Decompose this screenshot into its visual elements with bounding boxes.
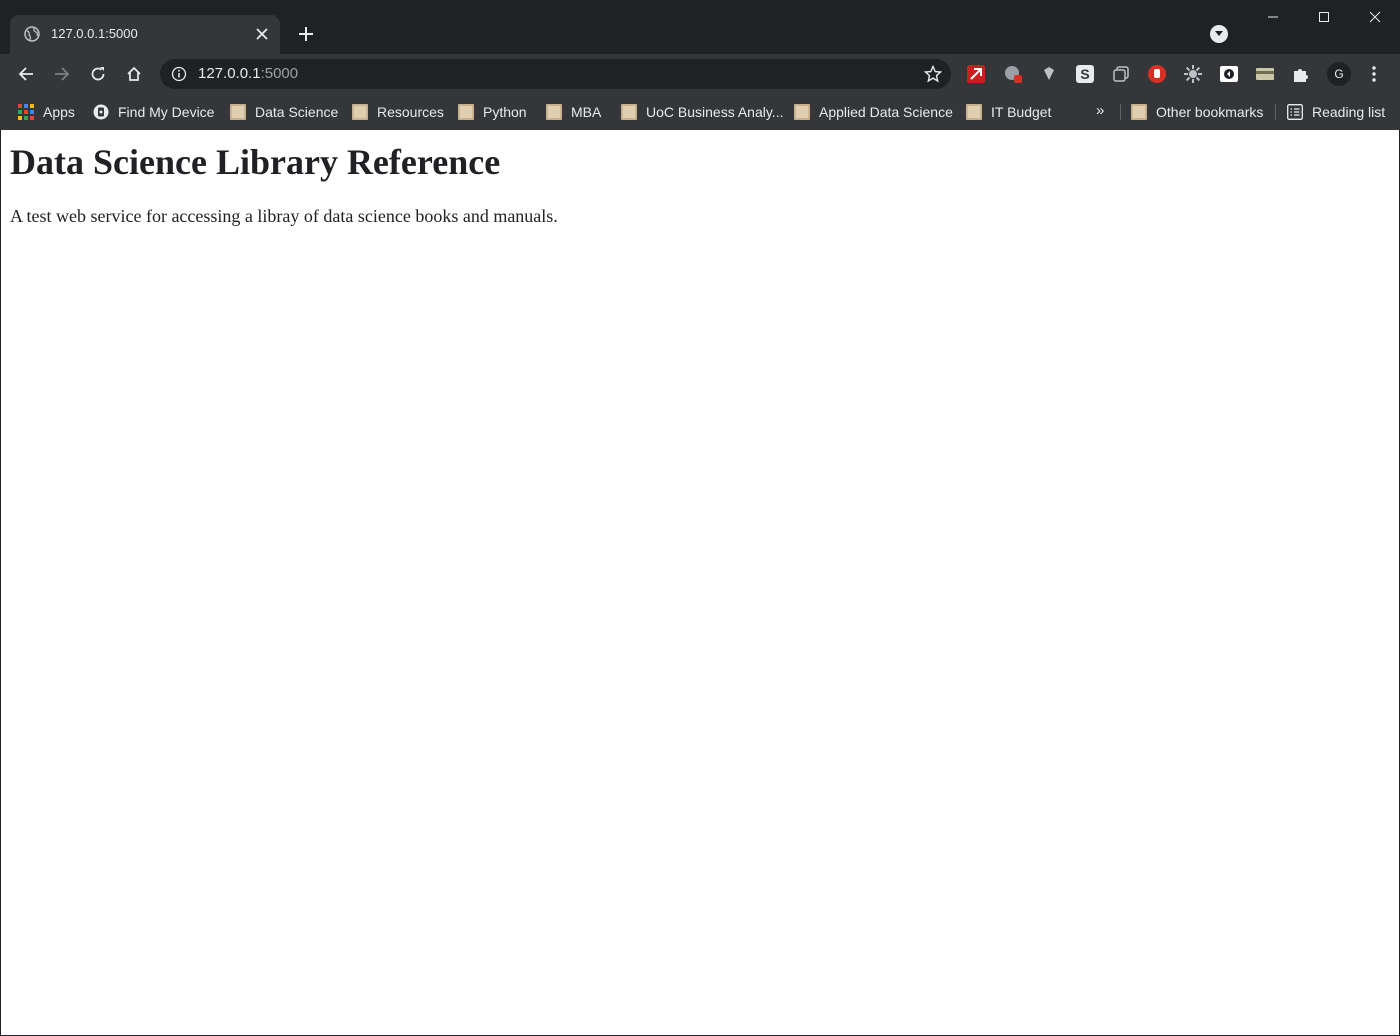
bookmark-label: Apps xyxy=(43,104,75,120)
bookmark-applied-data-science[interactable]: Applied Data Science xyxy=(794,102,953,122)
profile-avatar[interactable]: G xyxy=(1327,62,1351,86)
bookmark-data-science[interactable]: Data Science xyxy=(230,102,338,122)
find-my-device-icon xyxy=(93,104,109,120)
bookmark-star-icon[interactable] xyxy=(923,64,943,83)
reading-list-button[interactable]: Reading list xyxy=(1287,102,1385,122)
bookmarks-divider xyxy=(1120,104,1121,120)
bookmark-other-bookmarks[interactable]: Other bookmarks xyxy=(1131,102,1263,122)
forward-arrow-icon[interactable] xyxy=(48,60,76,88)
cast-extension-icon[interactable] xyxy=(1219,64,1239,84)
globe-extension-icon[interactable] xyxy=(1003,64,1023,84)
new-tab-button[interactable] xyxy=(294,22,318,46)
reading-list-label: Reading list xyxy=(1312,104,1386,120)
bookmark-label: Resources xyxy=(377,104,444,120)
folder-icon xyxy=(621,104,637,120)
bookmarks-overflow-chevron[interactable]: » xyxy=(1096,102,1104,119)
reading-list-icon xyxy=(1287,104,1303,120)
browser-window: 127.0.0.1:5000 127.0.0.1:5000 S G Apps F… xyxy=(0,0,1400,1036)
close-window-button[interactable] xyxy=(1349,0,1400,34)
bookmark-it-budget[interactable]: IT Budget xyxy=(966,102,1051,122)
more-menu-icon[interactable] xyxy=(1364,64,1384,84)
folder-icon xyxy=(352,104,368,120)
folder-icon xyxy=(966,104,982,120)
bookmarks-divider xyxy=(1275,104,1276,120)
arrow-extension-icon[interactable] xyxy=(966,64,986,84)
folder-icon xyxy=(1131,104,1147,120)
bookmarks-bar: Apps Find My Device Data Science Resourc… xyxy=(0,94,1400,130)
bookmark-label: Other bookmarks xyxy=(1156,104,1264,120)
bookmark-find-my-device[interactable]: Find My Device xyxy=(93,102,214,122)
window-controls xyxy=(1247,0,1400,34)
bookmark-label: Applied Data Science xyxy=(819,104,953,120)
tab-strip: 127.0.0.1:5000 xyxy=(0,0,1400,54)
bookmark-label: Data Science xyxy=(255,104,339,120)
gear-extension-icon[interactable] xyxy=(1183,64,1203,84)
bookmark-mba[interactable]: MBA xyxy=(546,102,601,122)
reload-icon[interactable] xyxy=(84,60,112,88)
svg-text:S: S xyxy=(1080,66,1089,82)
bookmark-label: MBA xyxy=(571,104,602,120)
bookmark-label: Python xyxy=(483,104,527,120)
folder-icon xyxy=(794,104,810,120)
apps-grid-icon xyxy=(18,104,34,120)
address-bar[interactable]: 127.0.0.1:5000 xyxy=(160,59,951,89)
copy-extension-icon[interactable] xyxy=(1111,64,1131,84)
bookmark-resources[interactable]: Resources xyxy=(352,102,444,122)
url-host: 127.0.0.1 xyxy=(198,65,261,82)
close-tab-icon[interactable] xyxy=(253,25,271,43)
card-extension-icon[interactable] xyxy=(1255,64,1275,84)
folder-icon xyxy=(230,104,246,120)
folder-icon xyxy=(546,104,562,120)
tab-search-icon[interactable] xyxy=(1210,25,1228,43)
folder-icon xyxy=(458,104,474,120)
page-viewport: Data Science Library Reference A test we… xyxy=(1,130,1399,1035)
s-extension-icon[interactable]: S xyxy=(1075,64,1095,84)
browser-toolbar: 127.0.0.1:5000 S G xyxy=(0,54,1400,94)
globe-icon xyxy=(24,26,40,42)
hand-stop-extension-icon[interactable] xyxy=(1147,64,1167,84)
bookmark-uoc-business[interactable]: UoC Business Analy... xyxy=(621,102,783,122)
minimize-button[interactable] xyxy=(1247,0,1298,34)
tab-title: 127.0.0.1:5000 xyxy=(51,26,138,41)
bookmark-label: IT Budget xyxy=(991,104,1052,120)
diamond-extension-icon[interactable] xyxy=(1039,64,1059,84)
extensions-puzzle-icon[interactable] xyxy=(1291,64,1311,84)
page-description: A test web service for accessing a libra… xyxy=(10,206,558,226)
active-tab[interactable]: 127.0.0.1:5000 xyxy=(10,15,280,54)
bookmark-label: UoC Business Analy... xyxy=(646,104,784,120)
bookmark-python[interactable]: Python xyxy=(458,102,527,122)
url-text: 127.0.0.1:5000 xyxy=(198,66,298,82)
bookmark-label: Find My Device xyxy=(118,104,215,120)
page-title: Data Science Library Reference xyxy=(10,142,501,182)
home-icon[interactable] xyxy=(120,60,148,88)
url-port: :5000 xyxy=(260,65,299,82)
bookmark-apps[interactable]: Apps xyxy=(18,102,75,122)
back-arrow-icon[interactable] xyxy=(12,60,40,88)
maximize-button[interactable] xyxy=(1298,0,1349,34)
site-info-icon[interactable] xyxy=(171,66,187,82)
